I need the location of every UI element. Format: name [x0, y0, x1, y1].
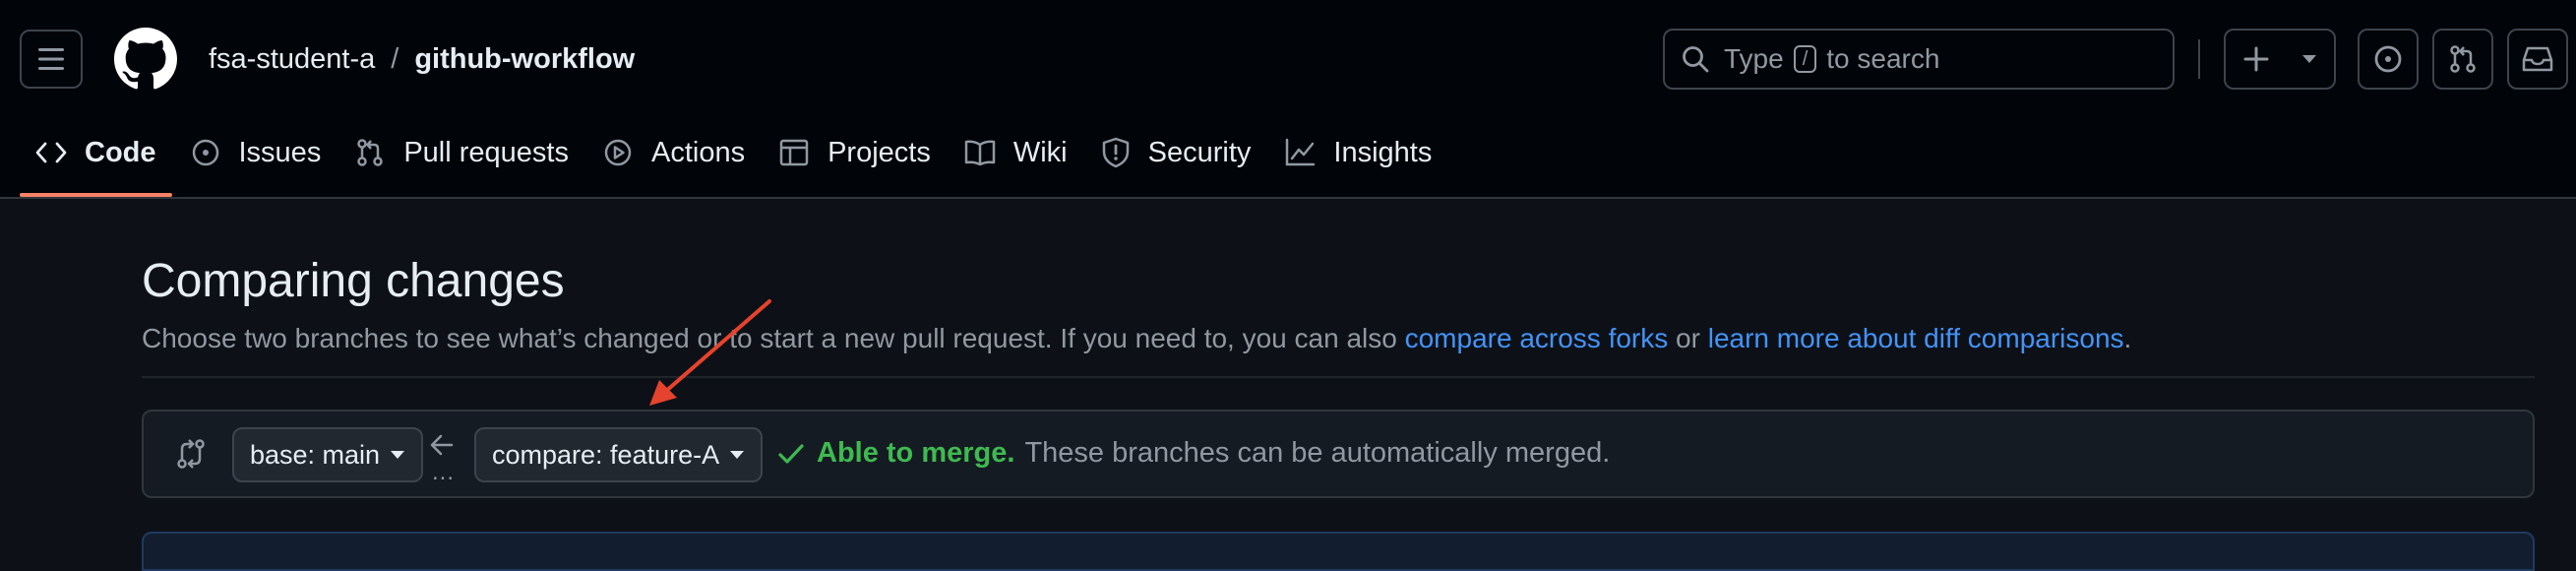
- caret-down-icon: [2302, 55, 2316, 63]
- tab-issues[interactable]: Issues: [174, 124, 337, 181]
- search-placeholder-suffix: to search: [1826, 43, 1940, 74]
- caret-down-icon: [730, 451, 745, 459]
- merge-status: Able to merge. These branches can be aut…: [777, 437, 1610, 470]
- plus-icon: [2243, 46, 2269, 72]
- play-icon: [604, 139, 632, 166]
- tab-label: Code: [85, 136, 156, 168]
- merge-status-title: Able to merge.: [817, 437, 1015, 469]
- base-branch-select[interactable]: base: main: [232, 427, 424, 482]
- tab-security[interactable]: Security: [1085, 124, 1267, 181]
- search-placeholder-prefix: Type: [1724, 43, 1784, 74]
- page-title: Comparing changes: [142, 255, 565, 307]
- base-branch-label: base: main: [250, 439, 381, 470]
- hamburger-icon: [38, 48, 64, 70]
- git-pull-request-icon: [2450, 45, 2476, 73]
- tab-label: Projects: [828, 136, 931, 168]
- description-text: Choose two branches to see what’s change…: [142, 323, 1397, 353]
- issue-opened-icon: [192, 139, 218, 166]
- compare-branch-label: compare: feature-A: [492, 439, 720, 470]
- check-icon: [778, 443, 804, 464]
- tab-label: Insights: [1333, 136, 1433, 168]
- repo-nav: Code Issues Pull requests Actions Projec…: [20, 124, 1449, 197]
- search-shortcut-key: /: [1793, 45, 1817, 73]
- tab-projects[interactable]: Projects: [763, 124, 947, 181]
- description-connector: or: [1676, 323, 1700, 353]
- repo-owner-link[interactable]: fsa-student-a: [209, 43, 375, 76]
- repo-name-link[interactable]: github-workflow: [414, 43, 635, 76]
- issue-opened-icon: [2374, 45, 2402, 73]
- github-logo-icon[interactable]: [114, 28, 177, 91]
- tab-code[interactable]: Code: [20, 124, 172, 197]
- divider: [142, 376, 2535, 378]
- create-pr-banner: [142, 532, 2535, 571]
- git-pull-request-icon: [357, 139, 384, 166]
- global-header: fsa-student-a / github-workflow Type / t…: [0, 0, 2576, 199]
- breadcrumb-separator: /: [391, 42, 399, 75]
- menu-button[interactable]: [20, 30, 83, 89]
- shield-icon: [1102, 137, 1129, 168]
- breadcrumb: fsa-student-a / github-workflow: [209, 39, 635, 79]
- compare-branch-select[interactable]: compare: feature-A: [474, 427, 764, 482]
- description-end: .: [2123, 323, 2132, 353]
- search-icon: [1683, 46, 1709, 73]
- create-new-button[interactable]: [2224, 29, 2336, 90]
- compare-across-forks-link[interactable]: compare across forks: [1405, 323, 1669, 353]
- tab-label: Wiki: [1012, 136, 1068, 168]
- inbox-button[interactable]: [2507, 29, 2568, 90]
- merge-status-text: These branches can be automatically merg…: [1024, 437, 1611, 469]
- inbox-icon: [2522, 46, 2553, 72]
- tab-pull-requests[interactable]: Pull requests: [338, 124, 584, 181]
- range-editor: base: main ... compare: feature-A Able t…: [142, 410, 2535, 498]
- header-divider: [2198, 39, 2200, 79]
- tab-label: Pull requests: [403, 136, 569, 168]
- arrow-left-icon: [430, 434, 454, 456]
- your-pull-requests-button[interactable]: [2432, 29, 2493, 90]
- learn-diff-comparisons-link[interactable]: learn more about diff comparisons: [1708, 323, 2124, 353]
- tab-wiki[interactable]: Wiki: [949, 124, 1083, 181]
- caret-down-icon: [391, 451, 405, 459]
- tab-actions[interactable]: Actions: [586, 124, 761, 181]
- tab-label: Issues: [238, 136, 322, 168]
- git-compare-icon: [177, 439, 205, 469]
- tab-insights[interactable]: Insights: [1268, 124, 1447, 181]
- graph-icon: [1286, 138, 1316, 166]
- your-issues-button[interactable]: [2358, 29, 2419, 90]
- search-input[interactable]: Type / to search: [1663, 29, 2175, 90]
- table-icon: [779, 139, 809, 166]
- tab-label: Security: [1147, 136, 1252, 168]
- page-description: Choose two branches to see what’s change…: [142, 323, 2131, 354]
- ellipsis: ...: [432, 459, 456, 485]
- code-icon: [35, 142, 67, 163]
- tab-label: Actions: [650, 136, 746, 168]
- book-icon: [964, 140, 996, 166]
